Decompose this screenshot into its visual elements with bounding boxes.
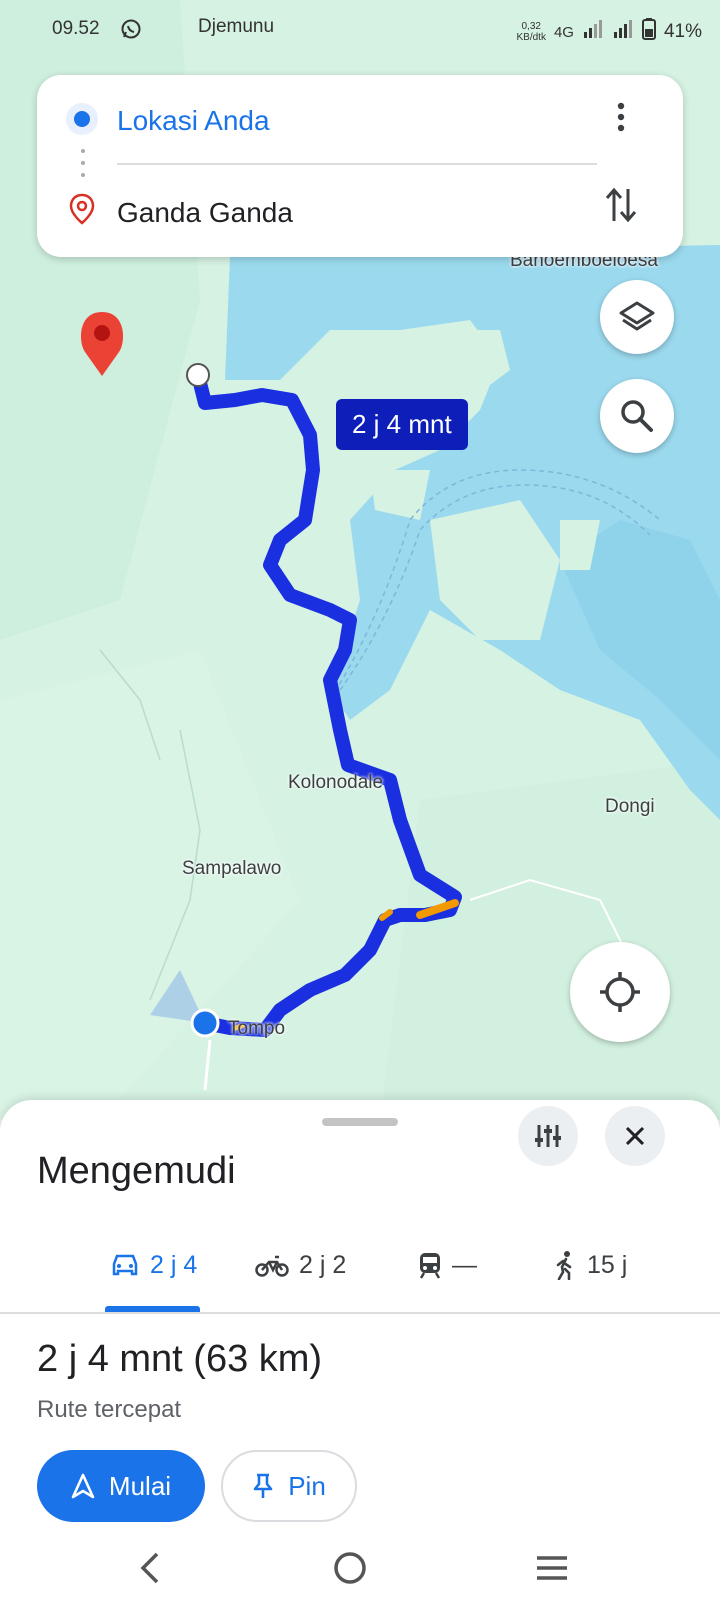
- close-icon: [625, 1126, 645, 1146]
- directions-bottom-sheet: Mengemudi 2 j 4 2 j 2 — 15 j 2 j 4 mnt (…: [0, 1100, 720, 1612]
- whatsapp-icon: [120, 18, 142, 46]
- pin-button[interactable]: Pin: [221, 1450, 357, 1522]
- tabs-divider: [0, 1312, 720, 1314]
- search-icon: [621, 400, 653, 432]
- layers-button[interactable]: [600, 280, 674, 354]
- tab-drive[interactable]: 2 j 4: [110, 1245, 197, 1285]
- vertical-dots-connector: [80, 147, 86, 186]
- walk-icon: [556, 1251, 572, 1280]
- field-divider: [117, 163, 597, 165]
- recents-nav-button[interactable]: [522, 1548, 582, 1588]
- route-distance: (63 km): [193, 1338, 323, 1380]
- layers-icon: [619, 301, 655, 331]
- home-nav-button[interactable]: [320, 1548, 380, 1588]
- status-time: 09.52: [52, 18, 100, 39]
- map-label-tompo: Tompo: [228, 1018, 286, 1039]
- origin-dot-icon: [65, 102, 99, 141]
- status-carrier: Djemunu: [198, 16, 275, 37]
- tab-transit-label: —: [452, 1250, 477, 1279]
- map-label-dongi: Dongi: [605, 796, 655, 817]
- home-circle-icon: [334, 1552, 366, 1584]
- battery-icon: [641, 18, 656, 46]
- destination-field[interactable]: Ganda Ganda: [117, 197, 293, 229]
- crosshair-icon: [600, 972, 640, 1012]
- swap-directions-icon[interactable]: [603, 185, 639, 230]
- back-nav-button[interactable]: [120, 1548, 180, 1588]
- tab-walk[interactable]: 15 j: [553, 1245, 627, 1285]
- route-options-button[interactable]: [518, 1106, 578, 1166]
- sheet-drag-handle[interactable]: [322, 1118, 398, 1126]
- tune-icon: [535, 1125, 561, 1147]
- route-end-dot: [186, 363, 210, 387]
- menu-lines-icon: [537, 1556, 567, 1580]
- my-location-dot[interactable]: [190, 1008, 220, 1038]
- map-label-sampalawo: Sampalawo: [182, 858, 282, 879]
- recenter-button[interactable]: [570, 942, 670, 1042]
- sheet-title: Mengemudi: [37, 1150, 236, 1192]
- back-icon: [140, 1552, 159, 1584]
- tab-motorcycle[interactable]: 2 j 2: [255, 1245, 346, 1285]
- pin-icon: [253, 1473, 273, 1498]
- signal-icon: [582, 19, 604, 45]
- train-icon: [419, 1253, 441, 1279]
- tab-transit[interactable]: —: [418, 1245, 477, 1285]
- pin-label: Pin: [288, 1470, 326, 1501]
- tab-walk-label: 15 j: [587, 1250, 628, 1279]
- origin-field[interactable]: Lokasi Anda: [117, 105, 270, 137]
- route-summary: 2 j 4 mnt (63 km): [37, 1338, 322, 1381]
- close-button[interactable]: [605, 1106, 665, 1166]
- battery-level: 41%: [663, 21, 702, 42]
- search-along-route-button[interactable]: [600, 379, 674, 453]
- route-duration-badge[interactable]: 2 j 4 mnt: [336, 399, 468, 450]
- more-options-icon[interactable]: [609, 101, 633, 138]
- signal-icon: [612, 19, 634, 45]
- route-time: 2 j 4 mnt: [37, 1338, 183, 1380]
- status-bar: 09.52 Djemunu 0,32 KB/dtk 4G 41%: [0, 0, 720, 60]
- network-type: 4G: [553, 23, 574, 41]
- network-speed: 0,32 KB/dtk: [516, 21, 546, 43]
- car-icon: [112, 1254, 138, 1276]
- map-label-kolonodale: Kolonodale: [288, 772, 384, 793]
- status-right: 0,32 KB/dtk 4G 41%: [516, 18, 702, 46]
- navigation-arrow-icon: [71, 1473, 95, 1499]
- tab-drive-label: 2 j 4: [150, 1250, 198, 1279]
- start-navigation-button[interactable]: Mulai: [37, 1450, 205, 1522]
- start-label: Mulai: [108, 1470, 172, 1501]
- tab-motorcycle-label: 2 j 2: [299, 1250, 347, 1279]
- directions-search-card: Lokasi Anda Ganda Ganda: [37, 75, 683, 257]
- route-type: Rute tercepat: [37, 1396, 182, 1423]
- motorcycle-icon: [255, 1255, 289, 1277]
- destination-pin-icon: [69, 193, 95, 230]
